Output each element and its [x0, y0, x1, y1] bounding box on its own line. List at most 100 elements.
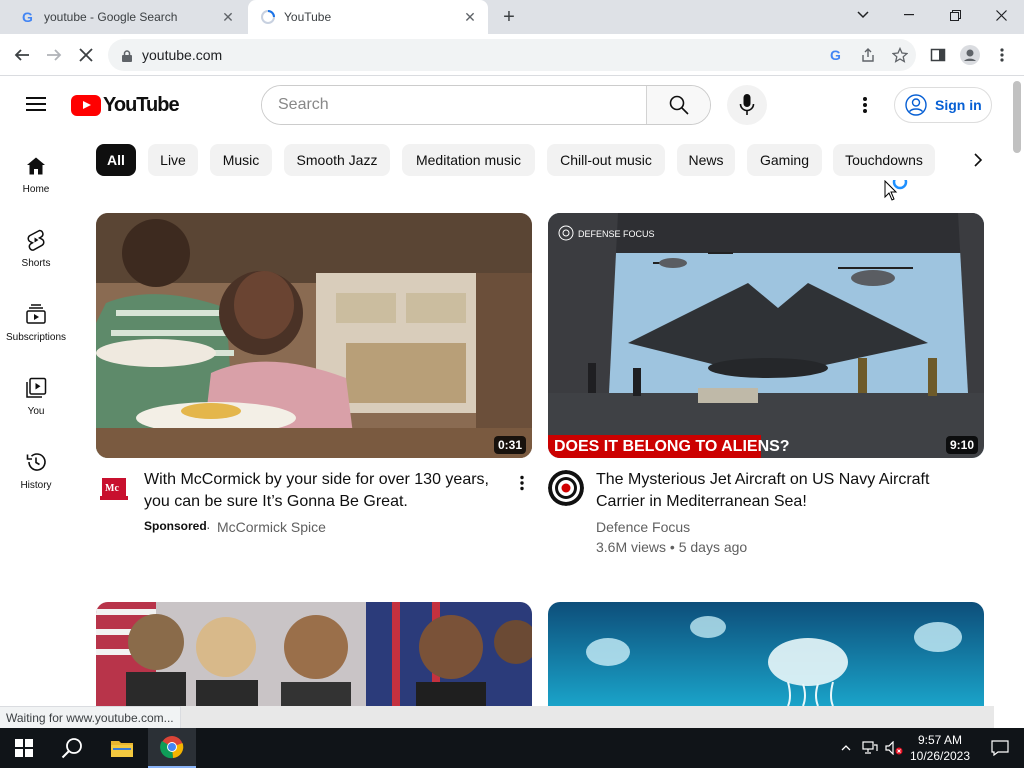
clock-date: 10/26/2023	[909, 749, 971, 763]
thumbnail-image: DOES IT BELONG TO ALIENS? DEFENSE FOCUS	[548, 213, 984, 458]
notifications-icon[interactable]	[976, 728, 1024, 768]
sponsored-badge: Sponsored	[144, 519, 207, 533]
chip-smooth-jazz[interactable]: Smooth Jazz	[284, 144, 390, 176]
close-icon[interactable]: ✕	[218, 7, 238, 27]
chip-chill-out-music[interactable]: Chill-out music	[547, 144, 665, 176]
google-lens-icon[interactable]: G	[820, 43, 852, 67]
search-input[interactable]	[262, 86, 646, 124]
status-text: Waiting for www.youtube.com...	[0, 706, 181, 728]
video-duration: 0:31	[493, 436, 526, 454]
svg-text:G: G	[22, 9, 33, 25]
voice-search-button[interactable]	[727, 85, 767, 125]
search-button[interactable]	[646, 86, 710, 124]
show-hidden-icons-icon[interactable]	[834, 728, 858, 768]
chip-music[interactable]: Music	[210, 144, 272, 176]
minimize-button[interactable]	[886, 0, 932, 30]
chip-news[interactable]: News	[677, 144, 735, 176]
microphone-icon	[739, 94, 755, 115]
thumbnail-image	[548, 602, 984, 706]
close-icon[interactable]: ✕	[460, 7, 480, 27]
channel-name[interactable]: Defence Focus	[596, 519, 690, 535]
restore-button[interactable]	[932, 0, 978, 30]
subscriptions-icon	[24, 302, 48, 326]
youtube-logo[interactable]: YouTube	[71, 94, 180, 116]
chrome-taskbar-icon[interactable]	[148, 728, 196, 768]
side-panel-icon[interactable]	[926, 43, 950, 67]
profile-icon[interactable]	[958, 43, 982, 67]
chevron-right-icon[interactable]	[966, 148, 990, 172]
new-tab-button[interactable]: +	[498, 6, 520, 28]
guide-you[interactable]: You	[0, 368, 72, 438]
history-icon	[24, 450, 48, 474]
share-icon[interactable]	[852, 43, 884, 67]
url-text[interactable]: youtube.com	[142, 47, 820, 63]
volume-muted-icon[interactable]	[882, 728, 906, 768]
thumbnail-image	[96, 602, 532, 706]
search-icon	[669, 95, 689, 115]
video-menu-icon[interactable]	[514, 474, 530, 492]
close-window-button[interactable]	[978, 0, 1024, 30]
search-box	[261, 85, 711, 125]
tab-google-search[interactable]: G youtube - Google Search ✕	[8, 0, 246, 34]
taskbar-search-icon[interactable]	[48, 728, 96, 768]
tab-search-icon[interactable]	[840, 0, 886, 30]
forward-button[interactable]	[42, 43, 66, 67]
chip-all[interactable]: All	[96, 144, 136, 176]
channel-name[interactable]: McCormick Spice	[217, 519, 326, 535]
loading-icon	[260, 9, 276, 25]
back-button[interactable]	[10, 43, 34, 67]
thumbnail-image	[96, 213, 532, 458]
sign-in-button[interactable]: Sign in	[894, 87, 992, 123]
browser-toolbar: youtube.com G	[0, 34, 1024, 76]
separator-dot: ·	[206, 519, 211, 535]
video-thumbnail[interactable]: DOES IT BELONG TO ALIENS? DEFENSE FOCUS …	[548, 213, 984, 458]
video-duration: 9:10	[945, 436, 978, 454]
mouse-cursor-icon	[884, 174, 912, 209]
video-stats: 3.6M views • 5 days ago	[596, 539, 748, 555]
guide-subscriptions[interactable]: Subscriptions	[0, 294, 72, 364]
watermark-text: DEFENSE FOCUS	[578, 229, 655, 239]
guide-label: Home	[22, 184, 50, 195]
overlay-text: DOES IT BELONG TO ALIENS?	[554, 438, 790, 455]
clock-time: 9:57 AM	[917, 733, 963, 747]
guide-home[interactable]: Home	[0, 146, 72, 216]
chip-live[interactable]: Live	[148, 144, 198, 176]
file-explorer-icon[interactable]	[98, 728, 146, 768]
scrollbar-thumb[interactable]	[1013, 81, 1021, 153]
settings-more-icon[interactable]	[853, 93, 877, 117]
chip-gaming[interactable]: Gaming	[747, 144, 822, 176]
page-scrollbar[interactable]	[1010, 77, 1024, 706]
video-thumbnail[interactable]: 0:31	[96, 213, 532, 458]
guide-history[interactable]: History	[0, 442, 72, 512]
address-bar[interactable]: youtube.com G	[108, 39, 916, 71]
windows-start-icon[interactable]	[0, 728, 48, 768]
stop-loading-button[interactable]	[74, 43, 98, 67]
channel-avatar[interactable]	[548, 470, 584, 506]
home-icon	[24, 154, 48, 178]
guide-shorts[interactable]: Shorts	[0, 220, 72, 290]
svg-text:G: G	[830, 47, 841, 63]
tab-title: youtube - Google Search	[44, 10, 178, 24]
network-icon[interactable]	[858, 728, 882, 768]
svg-text:Mc: Mc	[105, 483, 119, 494]
shorts-icon	[24, 228, 48, 252]
tab-youtube[interactable]: YouTube ✕	[248, 0, 488, 34]
bookmark-star-icon[interactable]	[884, 43, 916, 67]
google-icon: G	[20, 9, 36, 25]
account-icon	[905, 94, 927, 116]
video-thumbnail[interactable]	[548, 602, 984, 706]
system-clock[interactable]: 9:57 AM 10/26/2023	[904, 732, 976, 764]
video-title[interactable]: The Mysterious Jet Aircraft on US Navy A…	[596, 469, 976, 513]
sign-in-label: Sign in	[935, 97, 982, 113]
guide-label: History	[20, 480, 52, 491]
video-title[interactable]: With McCormick by your side for over 130…	[144, 469, 500, 513]
menu-icon[interactable]	[24, 93, 48, 117]
chrome-menu-icon[interactable]	[990, 43, 1014, 67]
video-thumbnail[interactable]	[96, 602, 532, 706]
channel-avatar[interactable]: Mc	[96, 470, 132, 506]
lock-icon[interactable]	[122, 49, 132, 62]
chip-touchdowns[interactable]: Touchdowns	[833, 144, 935, 176]
filter-chips: All Live Music Smooth Jazz Meditation mu…	[96, 144, 996, 176]
youtube-header: YouTube Sign in	[0, 77, 1010, 133]
chip-meditation-music[interactable]: Meditation music	[402, 144, 535, 176]
